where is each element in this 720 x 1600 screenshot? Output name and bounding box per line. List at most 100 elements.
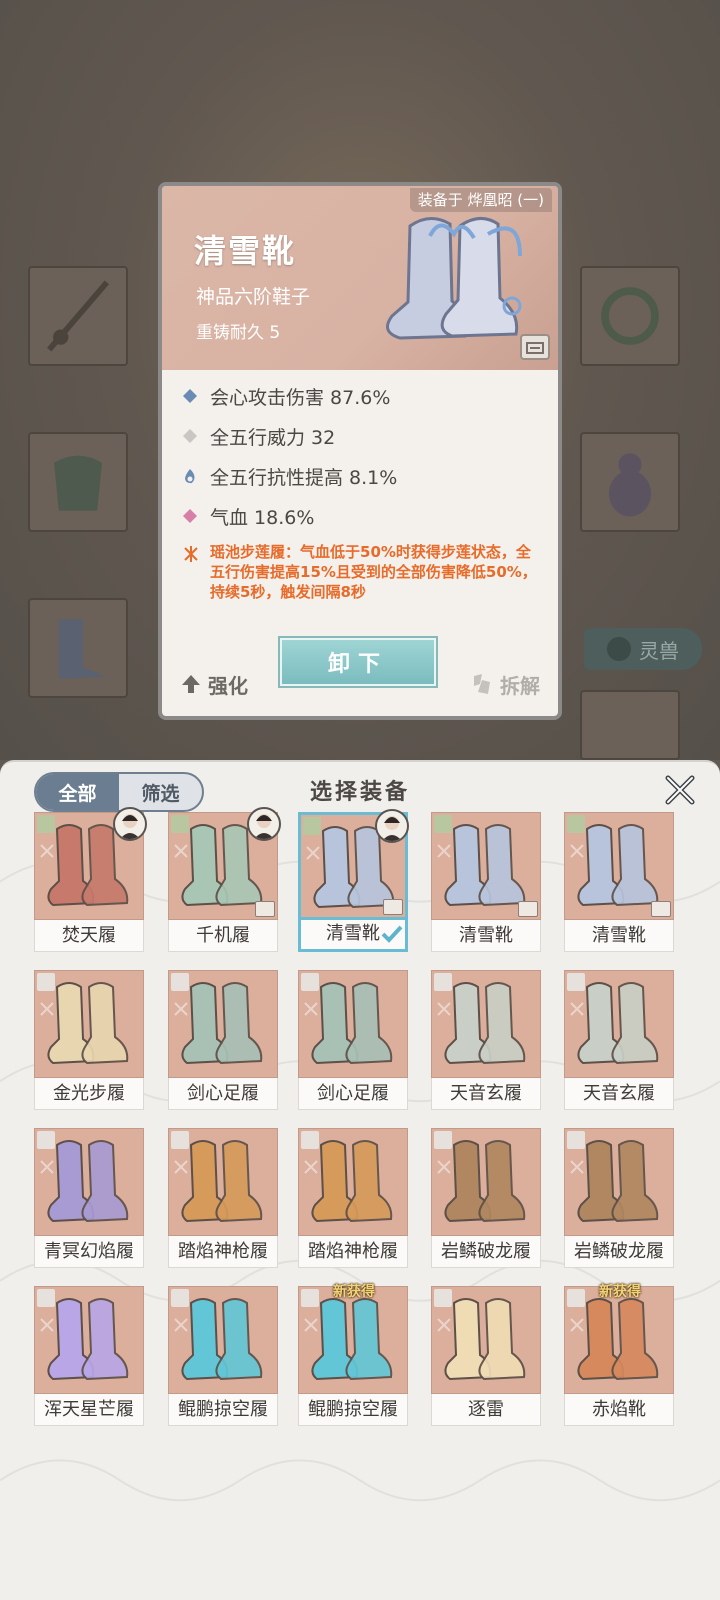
equipment-name: 剑心足履: [298, 1078, 408, 1110]
boot-image: [47, 1298, 129, 1381]
bg-armor-slot: [28, 432, 128, 532]
unequip-button[interactable]: 卸下: [280, 638, 436, 686]
equipment-name: 焚天履: [34, 920, 144, 952]
bg-boots-slot: [28, 598, 128, 698]
boot-image: [577, 982, 659, 1065]
boot-image: [311, 1298, 393, 1381]
stats-list: 会心攻击伤害 87.6% 全五行威力 32 全五行抗性提高 8.1% 气血 18…: [182, 376, 542, 602]
equipment-tile: [168, 1286, 278, 1394]
equipment-item[interactable]: 踏焰神枪履: [168, 1128, 278, 1268]
panel-title: 选择装备: [309, 780, 410, 805]
equipment-name: 鲲鹏掠空履: [168, 1394, 278, 1426]
equipment-item[interactable]: 鲲鹏掠空履: [168, 1286, 278, 1426]
equipment-name: 踏焰神枪履: [168, 1236, 278, 1268]
stat-text: 会心攻击伤害 87.6%: [210, 386, 391, 409]
equipment-item[interactable]: 剑心足履: [298, 970, 408, 1110]
stat-row: 全五行抗性提高 8.1%: [182, 456, 542, 496]
boot-image: [577, 1140, 659, 1223]
equipment-name: 金光步履: [34, 1078, 144, 1110]
stat-row: 全五行威力 32: [182, 416, 542, 456]
equipment-name: 岩鳞破龙履: [564, 1236, 674, 1268]
diamond-pink-icon: [183, 509, 197, 523]
equipment-item[interactable]: 金光步履: [34, 970, 144, 1110]
dismantle-label: 拆解: [500, 673, 540, 698]
equipment-tile: 新获得: [298, 1284, 408, 1394]
lock-icon[interactable]: [520, 334, 550, 360]
equipment-item[interactable]: 天音玄履: [431, 970, 541, 1110]
bg-weapon-slot: [28, 266, 128, 366]
boot-image: [181, 1140, 263, 1223]
bg-gourd-slot: [580, 432, 680, 532]
equipment-item[interactable]: 焚天履: [34, 807, 147, 952]
equipment-tile: [298, 970, 408, 1078]
close-icon[interactable]: [662, 772, 698, 808]
boot-image: [181, 982, 263, 1065]
equipment-item[interactable]: 千机履: [168, 807, 281, 952]
equipment-item[interactable]: 岩鳞破龙履: [431, 1128, 541, 1268]
dismantle-button[interactable]: 拆解: [470, 664, 540, 704]
detail-header: 装备于 烨凰昭 (一) 清雪靴 神品六阶鞋子 重铸耐久 5: [162, 186, 558, 370]
diamond-blue-icon: [183, 389, 197, 403]
equipment-item[interactable]: 岩鳞破龙履: [564, 1128, 674, 1268]
equipment-item[interactable]: 清雪靴: [431, 812, 541, 952]
skill-description: 瑶池步莲履：气血低于50%时获得步莲状态，全五行伤害提高15%且受到的全部伤害降…: [182, 542, 542, 602]
equipment-name: 天音玄履: [564, 1078, 674, 1110]
equipment-tile: [431, 812, 541, 920]
bg-pet-slot: [580, 690, 680, 760]
equipment-item[interactable]: 清雪靴: [564, 812, 674, 952]
boot-illustration: [386, 217, 522, 340]
equipment-item[interactable]: 逐雷: [431, 1286, 541, 1426]
equipment-name: 青冥幻焰履: [34, 1236, 144, 1268]
equipment-item[interactable]: 清雪靴: [298, 809, 409, 952]
equipment-name: 踏焰神枪履: [298, 1236, 408, 1268]
stat-text: 气血 18.6%: [210, 506, 315, 529]
equipment-item[interactable]: 天音玄履: [564, 970, 674, 1110]
diamond-gray-icon: [183, 429, 197, 443]
equipment-item[interactable]: 浑天星芒履: [34, 1286, 144, 1426]
equipment-tile: [431, 1286, 541, 1394]
skill-text: 瑶池步莲履：气血低于50%时获得步莲状态，全五行伤害提高15%且受到的全部伤害降…: [210, 543, 537, 601]
boot-image: [311, 982, 393, 1065]
item-grade: 神品六阶鞋子: [196, 286, 311, 308]
equipment-tile: 新获得: [564, 1284, 674, 1394]
equipment-tile: [564, 812, 674, 920]
enhance-button[interactable]: 强化: [180, 664, 248, 704]
equipment-item[interactable]: 新获得 鲲鹏掠空履: [298, 1284, 408, 1426]
boot-image: [47, 982, 129, 1065]
equipment-tile: [431, 1128, 541, 1236]
equipment-item[interactable]: 踏焰神枪履: [298, 1128, 408, 1268]
boot-image: [577, 1298, 659, 1381]
equipment-tile: [34, 1128, 144, 1236]
equipment-name: 浑天星芒履: [34, 1394, 144, 1426]
check-icon: [381, 925, 403, 943]
equipment-name: 岩鳞破龙履: [431, 1236, 541, 1268]
avatar: [113, 807, 147, 841]
stat-row: 会心攻击伤害 87.6%: [182, 376, 542, 416]
equipment-item[interactable]: 剑心足履: [168, 970, 278, 1110]
equipment-tile: [298, 1128, 408, 1236]
lock-icon: [651, 901, 671, 917]
boot-image: [444, 1298, 526, 1381]
equipment-name: 清雪靴: [431, 920, 541, 952]
item-name: 清雪靴: [194, 232, 297, 270]
equipment-tile: [298, 809, 409, 920]
avatar: [247, 807, 281, 841]
bg-accessory-slot: [580, 266, 680, 366]
equipment-name: 清雪靴: [564, 920, 674, 952]
equipment-item[interactable]: 青冥幻焰履: [34, 1128, 144, 1268]
stat-text: 全五行威力 32: [210, 426, 336, 449]
stat-text: 全五行抗性提高 8.1%: [210, 466, 398, 489]
boot-image: [181, 1298, 263, 1381]
skill-rune-icon: [184, 546, 198, 562]
equipment-tile: [168, 807, 281, 920]
card-actions: 强化 卸下 拆解: [162, 638, 558, 704]
equipment-name: 千机履: [168, 920, 278, 952]
equipment-name: 剑心足履: [168, 1078, 278, 1110]
arrow-up-icon: [182, 675, 200, 693]
side-tab-label: 灵兽: [639, 638, 679, 663]
lock-icon: [518, 901, 538, 917]
equipment-item[interactable]: 新获得 赤焰靴: [564, 1284, 674, 1426]
lock-icon: [383, 899, 403, 915]
boot-image: [47, 1140, 129, 1223]
lock-icon: [255, 901, 275, 917]
